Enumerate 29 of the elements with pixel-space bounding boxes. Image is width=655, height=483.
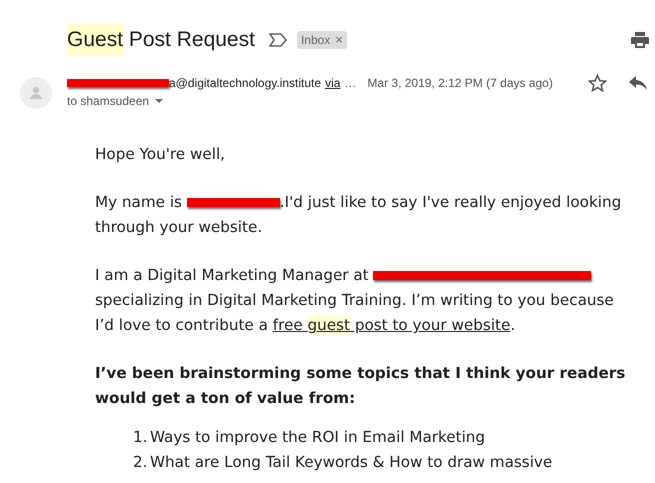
list-item-text: What are Long Tail Keywords & How to draw massive <box>150 452 552 474</box>
message-date: Mar 3, 2019, 2:12 PM (7 days ago) <box>367 75 553 92</box>
body-text: . <box>510 315 516 336</box>
body-text: I’d love to contribute a <box>95 315 269 336</box>
star-icon[interactable] <box>588 74 607 92</box>
bold-text: I’ve been brainstorming some topics that I think your readers <box>95 363 626 384</box>
importance-marker-icon[interactable] <box>268 32 287 46</box>
body-text: specializing in Digital Marketing Training. I’m writing to you because <box>95 290 614 312</box>
list-number: 2. <box>133 452 148 474</box>
body-text: .I'd just like to say I've really enjoyed looking <box>280 192 622 214</box>
body-text: My name is <box>95 192 183 214</box>
subject-text: Post Request <box>128 26 255 53</box>
body-text: Hope You're well, <box>95 144 225 166</box>
caret-icon <box>155 99 164 103</box>
avatar-icon <box>20 77 52 109</box>
reply-icon[interactable] <box>629 76 647 90</box>
body-text: I am a Digital Marketing Manager at <box>95 265 370 286</box>
sender-address: a@digitaltechnology.institute <box>169 75 322 92</box>
body-text: through your website. <box>95 217 262 238</box>
list-item-text: Ways to improve the ROI in Email Marketing <box>150 427 486 448</box>
website-link[interactable]: free guest post to your website <box>272 314 510 337</box>
label-chip[interactable]: Inbox × <box>296 30 347 48</box>
recipient-toggle[interactable]: to shamsudeen <box>67 92 647 110</box>
bold-text: would get a ton of value from: <box>95 388 356 410</box>
list-number: 1. <box>133 427 148 448</box>
print-icon[interactable] <box>631 32 649 48</box>
via-link[interactable]: via <box>325 74 340 92</box>
more-ellipsis: … <box>344 75 356 92</box>
subject-text: Guest <box>67 24 124 56</box>
